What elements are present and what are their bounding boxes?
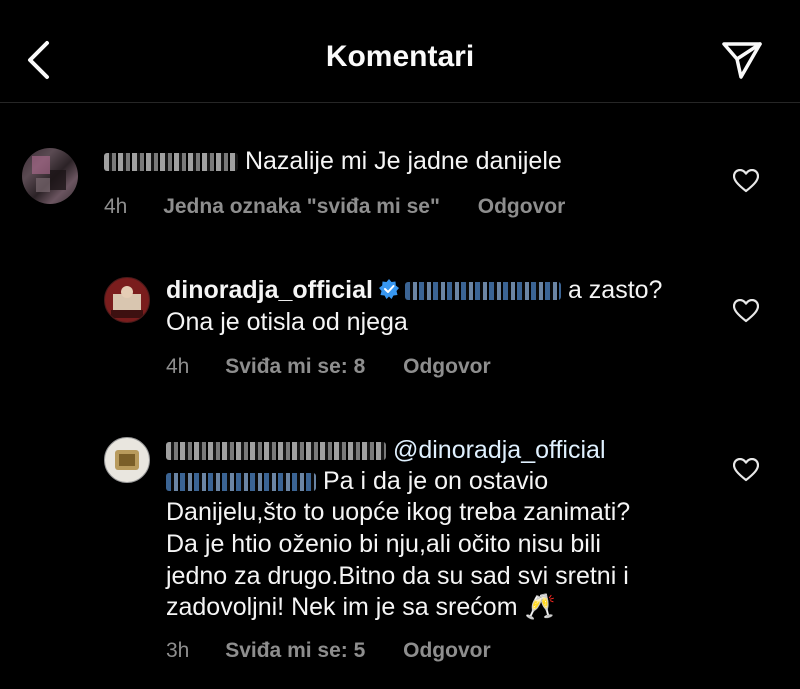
mention-link[interactable]: @dinoradja_official xyxy=(393,436,606,464)
comment-text-line-4: jedno za drugo.Bitno da su sad svi sretn… xyxy=(166,562,629,590)
comment-body: @dinoradja_official xyxy=(166,435,606,466)
reply-button[interactable]: Odgovor xyxy=(403,639,491,662)
comment-text-line-2: Danijelu,što to uopće ikog treba zanimat… xyxy=(166,498,631,526)
likes-count[interactable]: Sviđa mi se: 5 xyxy=(225,639,365,662)
avatar[interactable] xyxy=(104,437,150,483)
blurred-mention[interactable] xyxy=(166,473,316,492)
comment-body-line-4: Da je htio oženio bi nju,ali očito nisu … xyxy=(166,529,601,560)
comment-3: @dinoradja_official Pa i da je on ostavi… xyxy=(0,0,800,689)
heart-outline-icon xyxy=(733,458,759,482)
comment-time: 3h xyxy=(166,639,190,662)
like-button[interactable] xyxy=(731,455,761,485)
comment-body-line-3: Danijelu,što to uopće ikog treba zanimat… xyxy=(166,497,630,528)
comment-meta: 3h Sviđa mi se: 5 Odgovor xyxy=(166,639,523,663)
comment-text-line-3: Da je htio oženio bi nju,ali očito nisu … xyxy=(166,530,601,558)
comment-text-line-1: Pa i da je on ostavio xyxy=(322,467,549,495)
comment-body-line-5: jedno za drugo.Bitno da su sad svi sretn… xyxy=(166,561,629,592)
comment-body-line-6: zadovoljni! Nek im je sa srećom 🥂 xyxy=(166,592,556,623)
comment-body-line-2: Pa i da je on ostavio xyxy=(166,466,548,497)
comment-text-line-5: zadovoljni! Nek im je sa srećom 🥂 xyxy=(166,593,556,621)
blurred-username[interactable] xyxy=(166,442,386,461)
